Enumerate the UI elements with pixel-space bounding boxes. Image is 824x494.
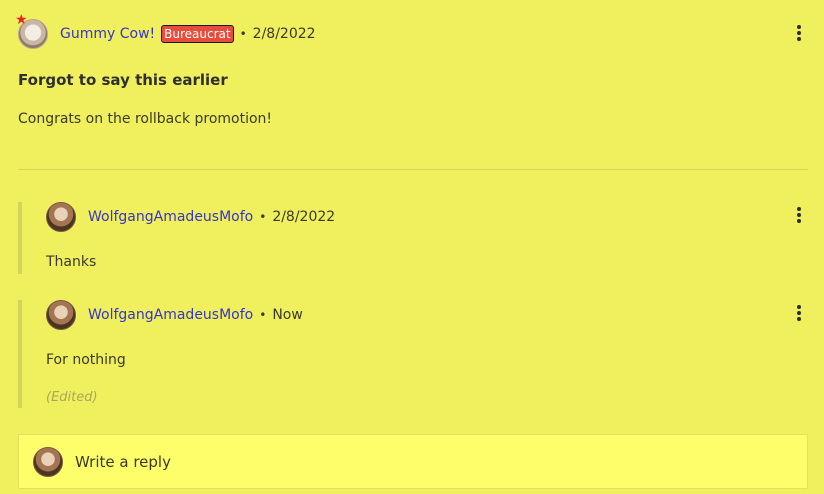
bureaucrat-badge: Bureaucrat [161,25,234,43]
post-author-link[interactable]: Gummy Cow! [60,26,155,42]
reply-author-link[interactable]: WolfgangAmadeusMofo [88,307,253,323]
reply-menu-kebab-icon[interactable] [794,206,804,224]
reply-text: Thanks [46,254,97,270]
separator-dot: • [259,308,267,322]
star-icon: ★ [15,12,28,28]
divider [18,169,808,170]
reply-author-avatar[interactable] [46,300,76,330]
current-user-avatar [33,446,63,477]
post-date: 2/8/2022 [252,26,316,42]
reply-placeholder: Write a reply [75,452,171,471]
reply-date: 2/8/2022 [272,209,336,225]
reply-text: For nothing [46,352,126,368]
reply-date: Now [272,307,303,323]
reply-author-avatar[interactable] [46,202,76,232]
separator-dot: • [259,210,267,224]
post-menu-kebab-icon[interactable] [794,24,804,42]
reply-input[interactable]: Write a reply [18,434,808,489]
post-body: Congrats on the rollback promotion! [18,111,273,127]
reply-author-link[interactable]: WolfgangAmadeusMofo [88,209,253,225]
reply-item: WolfgangAmadeusMofo • Now For nothing (E… [18,300,808,408]
reply-menu-kebab-icon[interactable] [794,304,804,322]
post-header: ★ Gummy Cow! Bureaucrat • 2/8/2022 [15,13,316,50]
separator-dot: • [239,27,247,41]
post-title: Forgot to say this earlier [18,71,228,89]
reply-item: WolfgangAmadeusMofo • 2/8/2022 Thanks [18,202,808,274]
reply-header: WolfgangAmadeusMofo • 2/8/2022 [46,202,335,232]
reply-header: WolfgangAmadeusMofo • Now [46,300,303,330]
edited-label: (Edited) [46,390,98,405]
